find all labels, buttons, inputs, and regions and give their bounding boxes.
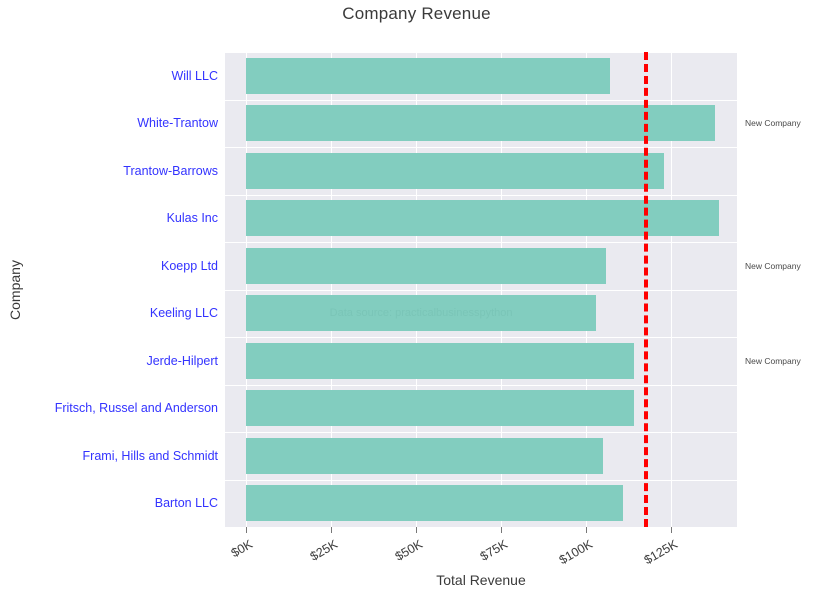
bar[interactable]: Data source: practicalbusinesspython — [246, 295, 597, 332]
new-company-annotation: New Company — [745, 118, 801, 129]
gridline-horizontal — [225, 384, 737, 386]
y-axis-tick-label[interactable]: White-Trantow — [137, 116, 218, 130]
chart-title: Company Revenue — [342, 4, 491, 23]
gridline-horizontal — [225, 432, 737, 433]
y-axis-tick-label[interactable]: Trantow-Barrows — [123, 164, 218, 178]
bar[interactable] — [246, 152, 665, 189]
new-company-annotation: New Company — [745, 260, 801, 271]
bar[interactable] — [246, 390, 634, 427]
gridline-horizontal — [225, 479, 737, 481]
bar[interactable] — [246, 57, 610, 94]
y-axis-tick-label[interactable]: Fritsch, Russel and Anderson — [55, 401, 218, 415]
gridline-horizontal — [225, 194, 737, 196]
bar[interactable] — [246, 437, 603, 474]
gridline-horizontal — [225, 337, 737, 338]
y-axis-tick-label[interactable]: Koepp Ltd — [161, 259, 218, 273]
bar[interactable] — [246, 247, 607, 284]
bar-watermark-text: Data source: practicalbusinesspython — [329, 307, 513, 320]
bar[interactable] — [246, 342, 634, 379]
gridline-horizontal — [225, 99, 737, 101]
gridline-horizontal — [225, 52, 737, 53]
y-axis-tick-label[interactable]: Jerde-Hilpert — [146, 354, 218, 368]
average-reference-line — [643, 52, 648, 527]
gridline-horizontal — [225, 147, 737, 148]
y-axis-tick-label[interactable]: Keeling LLC — [150, 306, 218, 320]
bar[interactable] — [246, 485, 624, 522]
y-axis-tick-label[interactable]: Will LLC — [171, 69, 218, 83]
x-axis-title: Total Revenue — [436, 572, 526, 588]
chart-root: Company Revenue Company Will LLC White-Tr… — [0, 0, 833, 609]
row-annotations: New Company New Company New Company — [741, 52, 833, 527]
gridline-horizontal — [225, 242, 737, 243]
y-axis-tick-labels: Will LLC White-Trantow Trantow-Barrows Kula… — [0, 52, 218, 527]
y-axis-tick-label[interactable]: Frami, Hills and Schmidt — [83, 449, 218, 463]
gridline-horizontal — [225, 289, 737, 291]
y-axis-tick-label[interactable]: Kulas Inc — [167, 211, 218, 225]
y-axis-tick-label[interactable]: Barton LLC — [155, 496, 218, 510]
new-company-annotation: New Company — [745, 355, 801, 366]
plot-area: Data source: practicalbusinesspython — [225, 52, 737, 528]
